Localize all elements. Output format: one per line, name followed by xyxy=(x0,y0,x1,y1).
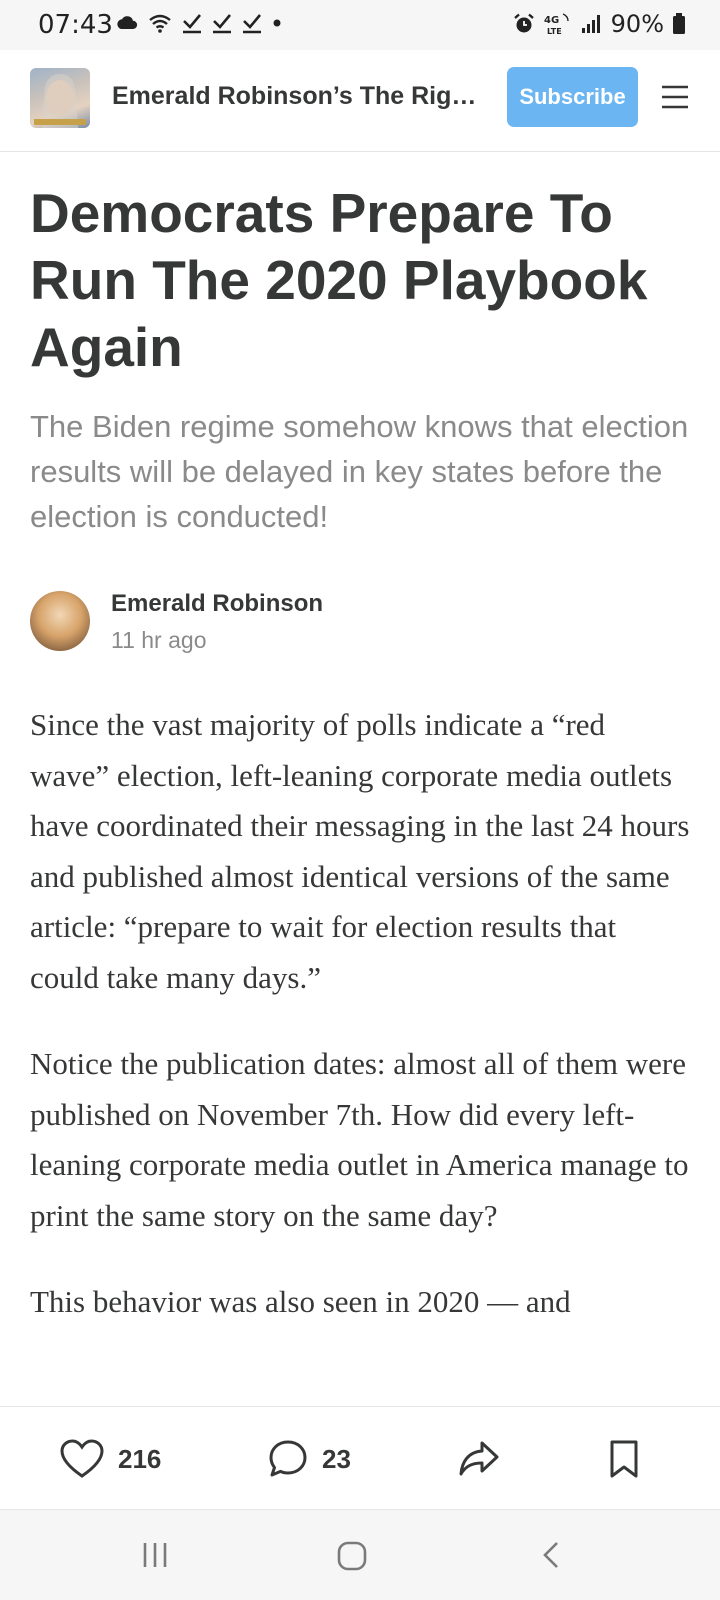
like-count: 216 xyxy=(118,1443,162,1474)
wifi-icon xyxy=(149,14,171,33)
status-icons-left xyxy=(116,12,282,34)
bookmark-button[interactable] xyxy=(608,1439,640,1479)
byline: Emerald Robinson 11 hr ago xyxy=(30,585,690,655)
heart-icon xyxy=(60,1439,104,1478)
alarm-icon xyxy=(513,13,534,33)
status-time: 07:43 xyxy=(38,10,113,40)
publication-title[interactable]: Emerald Robinson’s The Right ... xyxy=(112,82,482,111)
share-icon xyxy=(459,1441,499,1476)
comment-icon xyxy=(269,1440,307,1477)
recents-icon[interactable] xyxy=(140,1540,170,1575)
back-icon[interactable] xyxy=(540,1540,562,1575)
author-name[interactable]: Emerald Robinson xyxy=(111,590,323,618)
like-button[interactable]: 216 xyxy=(60,1439,161,1479)
battery-icon xyxy=(673,13,685,34)
article-paragraph: This behavior was also seen in 2020 — an… xyxy=(30,1284,571,1319)
cloud-icon xyxy=(117,16,138,29)
system-navigation-bar xyxy=(0,1510,720,1600)
share-button[interactable] xyxy=(458,1439,500,1479)
author-avatar[interactable] xyxy=(30,591,90,651)
svg-text:LTE: LTE xyxy=(547,27,562,36)
check-icon xyxy=(183,14,201,34)
status-bar: 07:43 4G LTE 90% xyxy=(0,0,720,50)
post-action-bar: 216 23 xyxy=(0,1406,720,1510)
article-paragraph: Notice the publication dates: almost all… xyxy=(30,1046,689,1233)
article-body: Since the vast majority of polls indicat… xyxy=(30,700,690,1406)
check-icon xyxy=(243,14,261,34)
hamburger-menu-icon[interactable] xyxy=(660,82,690,112)
article-title: Democrats Prepare To Run The 2020 Playbo… xyxy=(30,182,648,378)
dot-icon xyxy=(273,19,281,27)
publication-logo-image xyxy=(34,74,86,128)
signal-icon xyxy=(581,15,600,33)
publication-header: Emerald Robinson’s The Right ... Subscri… xyxy=(0,50,720,152)
battery-percentage: 90% xyxy=(610,10,664,38)
post-time: 11 hr ago xyxy=(111,627,207,653)
article-paragraph: Since the vast majority of polls indicat… xyxy=(30,707,690,995)
comment-button[interactable]: 23 xyxy=(268,1439,351,1479)
status-icons-right: 4G LTE 90% xyxy=(513,10,686,38)
publication-logo[interactable] xyxy=(30,68,90,128)
lte-icon: 4GLTE xyxy=(544,13,569,36)
subscribe-button[interactable]: Subscribe xyxy=(507,67,638,127)
bookmark-icon xyxy=(610,1440,638,1478)
check-icon xyxy=(213,14,231,34)
comment-count: 23 xyxy=(322,1443,351,1474)
article-subtitle: The Biden regime somehow knows that elec… xyxy=(30,409,689,534)
home-icon[interactable] xyxy=(336,1540,368,1577)
svg-text:4G: 4G xyxy=(544,15,559,26)
